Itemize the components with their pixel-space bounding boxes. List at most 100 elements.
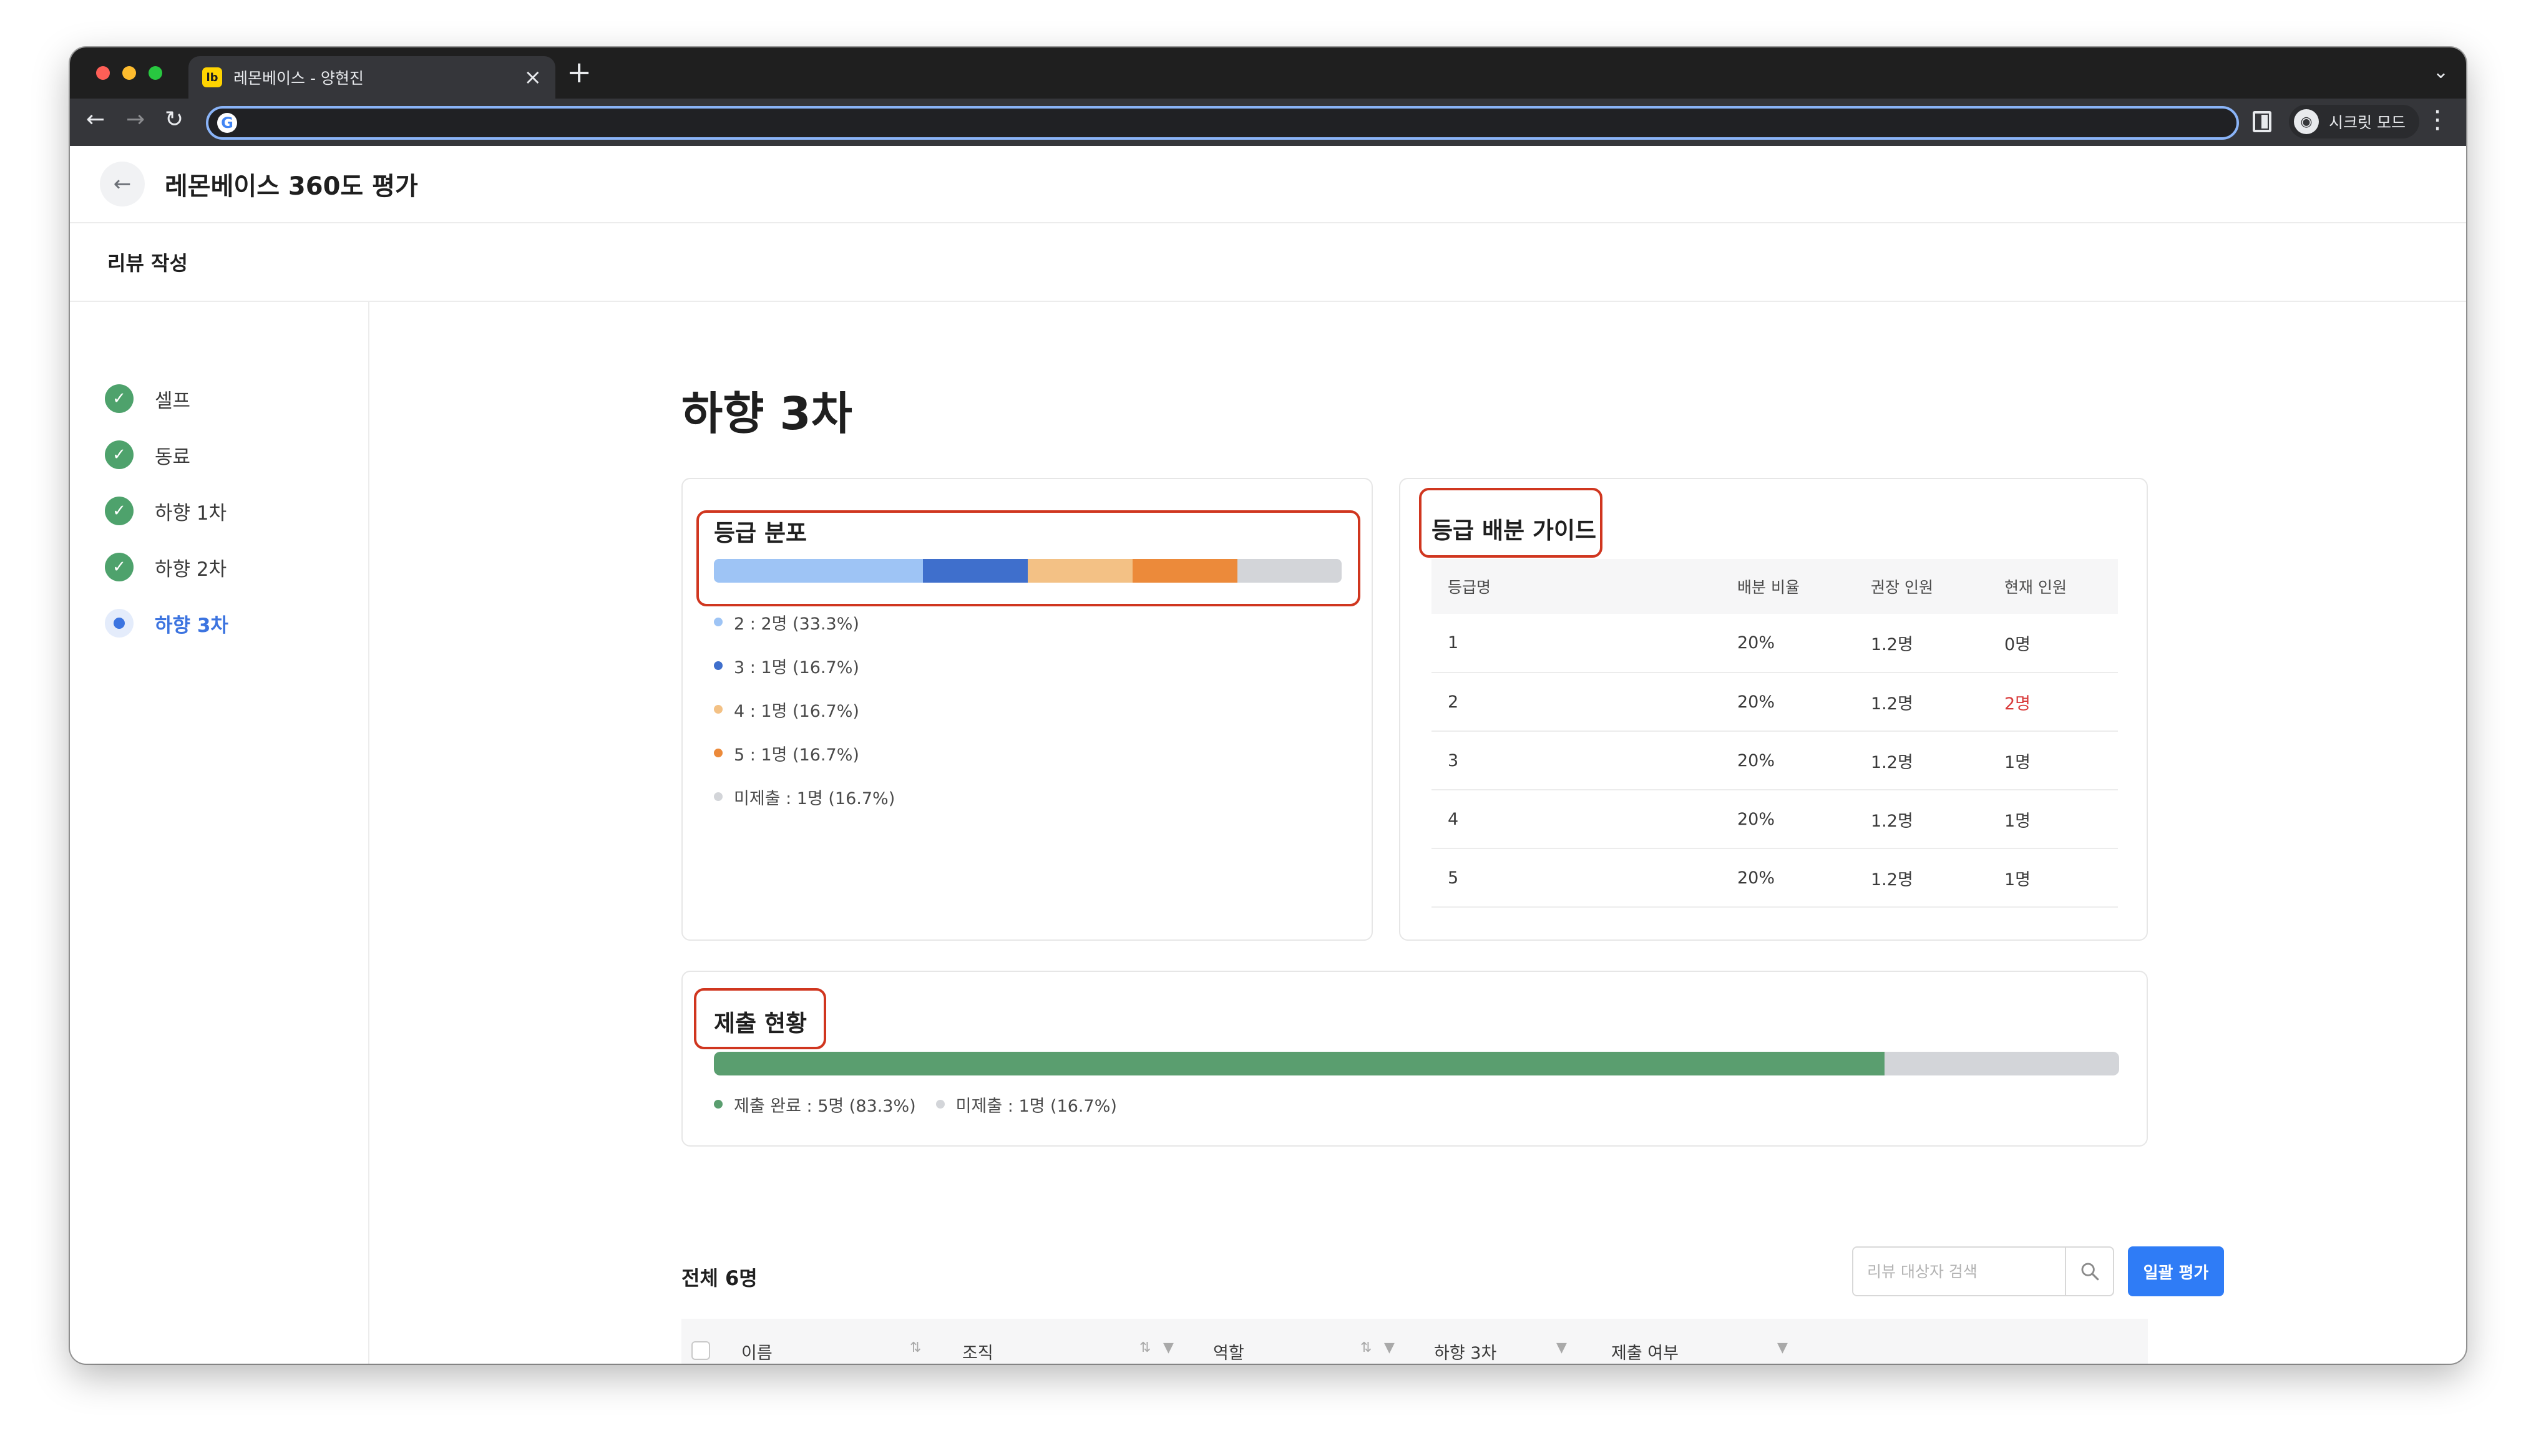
table-cell-grade: 1 [1431,614,1737,673]
table-cell-grade: 3 [1431,731,1737,790]
distribution-segment [1132,559,1237,583]
legend-label: 5 : 1명 (16.7%) [734,745,859,765]
minimize-window-button[interactable] [122,66,136,80]
search-input[interactable] [1853,1248,2065,1295]
distribution-segment [1237,559,1342,583]
search-icon[interactable] [2065,1248,2113,1295]
address-bar[interactable]: G [206,106,2239,140]
legend-dot [714,749,723,757]
table-cell-recommended: 1.2명 [1871,672,2004,732]
grade-distribution-card: 등급 분포 2 : 2명 (33.3%) 3 : 1명 (16.7%) 4 : 1명… [681,478,1373,941]
more-menu-icon[interactable]: ⋮ [2425,107,2450,132]
table-cell-recommended: 1.2명 [1871,790,2004,849]
review-steps-sidebar: ✓ 셀프 ✓ 동료 ✓ 하향 1차 ✓ 하향 2차 하향 3차 [70,302,369,1364]
total-count: 전체 6명 [681,1266,758,1290]
legend-item-completed: 제출 완료 : 5명 (83.3%) [714,1090,916,1118]
column-header: 등급명 [1431,559,1737,614]
close-window-button[interactable] [96,66,110,80]
side-panel-icon[interactable] [2253,111,2271,132]
distribution-segment [714,559,923,583]
table-row: 4 20% 1.2명 1명 [1431,790,2118,849]
filter-icon[interactable]: ▼ [1163,1341,1174,1355]
bulk-evaluate-button[interactable]: 일괄 평가 [2128,1246,2224,1296]
forward-arrow-icon[interactable]: → [126,109,145,131]
tab-close-icon[interactable]: × [524,67,542,88]
grade-guide-body: 1 20% 1.2명 0명 2 20% 1.2명 2명 3 20% 1.2명 1명 4 20% 1.2명 1명… [1431,614,2118,908]
legend-label: 4 : 1명 (16.7%) [734,701,859,721]
table-cell-ratio: 20% [1737,848,1871,908]
column-header-role[interactable]: 역할 [1213,1319,1244,1364]
step-peer[interactable]: ✓ 동료 [70,427,368,483]
browser-tab[interactable]: lb 레몬베이스 - 양현진 × [188,56,555,99]
column-header: 배분 비율 [1737,559,1871,614]
table-cell-ratio: 20% [1737,790,1871,849]
step-label: 하향 3차 [155,614,228,637]
maximize-window-button[interactable] [149,66,162,80]
back-button[interactable]: ← [100,162,145,206]
google-icon: G [217,113,237,133]
legend-label: 미제출 : 1명 (16.7%) [955,1096,1117,1116]
sort-icon[interactable]: ⇅ [1139,1341,1151,1355]
grade-guide-card: 등급 배분 가이드 등급명 배분 비율 권장 인원 현재 인원 1 20% 1.2명… [1399,478,2148,941]
submission-progress-bar [714,1052,2119,1075]
table-cell-ratio: 20% [1737,614,1871,673]
column-header: 권장 인원 [1871,559,2004,614]
column-header-submitted[interactable]: 제출 여부 [1611,1319,1679,1364]
new-tab-icon[interactable]: + [567,57,592,87]
step-downward-1[interactable]: ✓ 하향 1차 [70,483,368,539]
filter-icon[interactable]: ▼ [1777,1341,1788,1355]
reload-icon[interactable]: ↻ [165,109,183,131]
check-circle-icon: ✓ [105,440,134,469]
table-cell-current: 1명 [2004,790,2118,849]
app-header: ← 레몬베이스 360도 평가 [70,146,2466,223]
column-header-downward-3[interactable]: 하향 3차 [1434,1319,1496,1364]
legend-dot [714,705,723,714]
table-cell-grade: 4 [1431,790,1737,849]
table-cell-recommended: 1.2명 [1871,731,2004,790]
filter-icon[interactable]: ▼ [1556,1341,1567,1355]
legend-item-pending: 미제출 : 1명 (16.7%) [935,1090,1117,1118]
step-downward-3[interactable]: 하향 3차 [70,595,368,651]
main-content: 하향 3차 등급 분포 2 : 2명 (33.3%) 3 : 1명 (16.7%)… [369,302,2466,1364]
grade-guide-title: 등급 배분 가이드 [1431,517,1597,544]
lemonbase-favicon-icon: lb [202,67,222,87]
table-cell-current: 1명 [2004,731,2118,790]
check-circle-icon: ✓ [105,553,134,581]
submission-legend: 제출 완료 : 5명 (83.3%) 미제출 : 1명 (16.7%) [714,1090,1137,1118]
column-header-name[interactable]: 이름 [741,1319,773,1364]
column-header: 현재 인원 [2004,559,2118,614]
legend-label: 2 : 2명 (33.3%) [734,614,859,634]
table-cell-ratio: 20% [1737,731,1871,790]
select-all-checkbox[interactable] [691,1341,710,1360]
tab-title: 레몬베이스 - 양현진 [233,69,364,87]
legend-item: 3 : 1명 (16.7%) [714,644,895,687]
step-downward-2[interactable]: ✓ 하향 2차 [70,539,368,595]
legend-label: 3 : 1명 (16.7%) [734,658,859,677]
app-title: 레몬베이스 360도 평가 [165,172,418,201]
filter-icon[interactable]: ▼ [1384,1341,1395,1355]
legend-dot [935,1100,945,1109]
grade-distribution-bar [714,559,1342,583]
table-cell-recommended: 1.2명 [1871,614,2004,673]
incognito-badge[interactable]: ◉ 시크릿 모드 [2289,105,2419,138]
page-title: 하향 3차 [681,387,852,440]
table-cell-current: 1명 [2004,848,2118,908]
check-circle-icon: ✓ [105,384,134,413]
sort-icon[interactable]: ⇅ [1360,1341,1372,1355]
legend-dot [714,618,723,626]
tab-list-chevron-icon[interactable]: ⌄ [2433,61,2449,83]
browser-titlebar: lb 레몬베이스 - 양현진 × + ⌄ [70,47,2466,99]
browser-toolbar: ← → ↻ G ◉ 시크릿 모드 ⋮ [70,99,2466,146]
table-cell-current: 0명 [2004,614,2118,673]
column-header-org[interactable]: 조직 [962,1319,993,1364]
back-arrow-icon[interactable]: ← [86,109,105,131]
table-cell-grade: 5 [1431,848,1737,908]
table-cell-recommended: 1.2명 [1871,848,2004,908]
check-circle-icon: ✓ [105,497,134,525]
submission-status-card: 제출 현황 제출 완료 : 5명 (83.3%) 미제출 : 1명 (16.7%… [681,971,2148,1147]
legend-item: 5 : 1명 (16.7%) [714,731,895,775]
submission-status-title: 제출 현황 [714,1010,807,1037]
legend-label: 미제출 : 1명 (16.7%) [734,789,895,808]
sort-icon[interactable]: ⇅ [910,1341,921,1355]
step-self[interactable]: ✓ 셀프 [70,371,368,427]
